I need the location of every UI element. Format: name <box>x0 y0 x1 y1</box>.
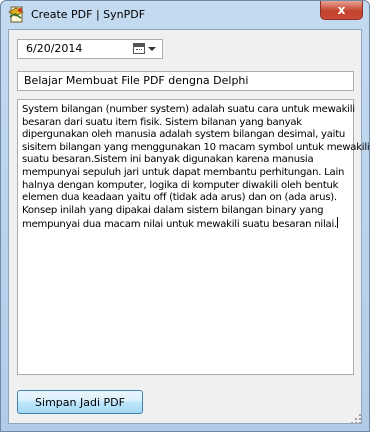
content-line: dipergunakan oleh manusia adalah system … <box>22 129 346 141</box>
content-line: elemen dua keadaan yaitu off (tidak ada … <box>22 192 337 204</box>
content-line: sisitem bilangan yang menggunakan 10 mac… <box>22 141 370 153</box>
title-bar[interactable]: Create PDF | SynPDF x <box>1 1 369 29</box>
content-line-last: mempunyai dua macam nilai untuk mewakili… <box>22 217 349 232</box>
close-icon: x <box>337 3 346 17</box>
content-line: System bilangan (number system) adalah s… <box>22 104 355 115</box>
pdf-app-icon <box>8 6 24 23</box>
close-button[interactable]: x <box>320 1 363 20</box>
date-picker[interactable]: 6/20/2014 <box>17 39 163 59</box>
content-line: halnya dengan komputer, logika di komput… <box>22 179 339 191</box>
content-line: suatu besaran.Sistem ini banyak digunaka… <box>22 154 314 166</box>
chevron-down-icon[interactable] <box>148 47 156 51</box>
app-window: Create PDF | SynPDF x 6/20/2014 Belajar … <box>0 0 370 432</box>
title-input[interactable]: Belajar Membuat File PDF dengna Delphi <box>17 71 354 91</box>
text-caret <box>336 217 338 229</box>
content-line: besaran dari suatu item fisik. Sistem bi… <box>22 116 302 128</box>
resize-grip[interactable] <box>351 414 361 424</box>
calendar-icon[interactable] <box>133 43 145 54</box>
save-pdf-button[interactable]: Simpan Jadi PDF <box>17 390 143 414</box>
content-textarea[interactable]: System bilangan (number system) adalah s… <box>17 99 370 375</box>
date-value: 6/20/2014 <box>26 42 83 55</box>
form-client-area: 6/20/2014 Belajar Membuat File PDF dengn… <box>8 29 370 424</box>
window-title: Create PDF | SynPDF <box>31 8 146 21</box>
content-line: Konsep inilah yang dipakai dalam sistem … <box>22 204 324 216</box>
content-line: mempunyai dua macam nilai untuk mewakili… <box>22 219 337 231</box>
content-line: mempunyai sepuluh jari untuk dapat memba… <box>22 166 345 178</box>
